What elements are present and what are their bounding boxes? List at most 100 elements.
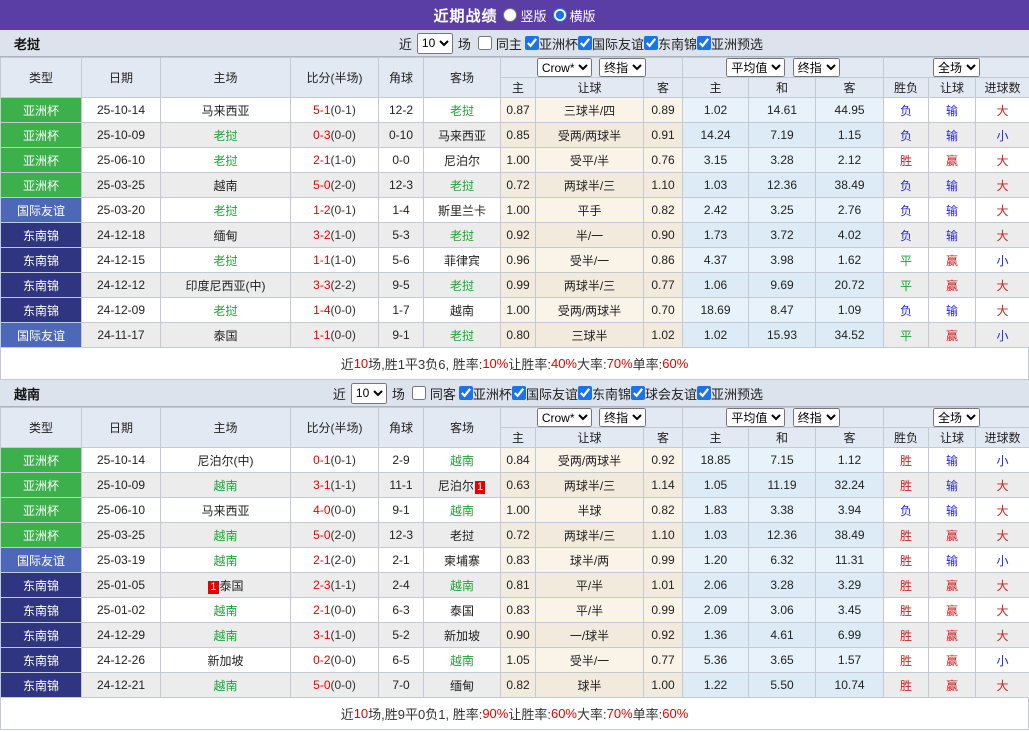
corner-score: 11-1 bbox=[379, 473, 424, 498]
final-odds-select-1[interactable]: 终指 bbox=[599, 58, 646, 77]
recent-count-select[interactable]: 10 bbox=[417, 33, 453, 54]
match-row: 东南锦 24-12-15 老挝 1-1(1-0) 5-6 菲律宾 0.96 受半… bbox=[1, 248, 1029, 273]
team-text: 老挝 bbox=[213, 204, 237, 218]
avg-home-odds: 2.09 bbox=[683, 598, 749, 623]
league-filter[interactable]: 国际友谊 bbox=[578, 34, 644, 53]
competition-type-badge: 亚洲杯 bbox=[1, 98, 82, 123]
away-team: 老挝 bbox=[424, 323, 501, 348]
league-checkbox[interactable] bbox=[578, 386, 592, 400]
final-odds-select-1[interactable]: 终指 bbox=[599, 408, 646, 427]
league-filter[interactable]: 亚洲预选 bbox=[697, 384, 763, 403]
away-team: 老挝 bbox=[424, 523, 501, 548]
bookmaker-group: Crow* 终指 bbox=[501, 408, 683, 428]
result-wdl: 胜 bbox=[884, 673, 929, 698]
fulltime-score: 1-1 bbox=[313, 253, 330, 267]
league-checkbox[interactable] bbox=[644, 36, 658, 50]
league-label: 亚洲杯 bbox=[473, 384, 512, 403]
match-row: 东南锦 24-12-09 老挝 1-4(0-0) 1-7 越南 1.00 受两/… bbox=[1, 298, 1029, 323]
recent-count-select[interactable]: 10 bbox=[351, 383, 387, 404]
competition-type-badge: 东南锦 bbox=[1, 298, 82, 323]
layout-vertical-option[interactable]: 竖版 bbox=[503, 6, 546, 25]
avg-home-odds: 1.03 bbox=[683, 173, 749, 198]
match-row: 亚洲杯 25-06-10 老挝 2-1(1-0) 0-0 尼泊尔 1.00 受平… bbox=[1, 148, 1029, 173]
avg-home-odds: 18.85 bbox=[683, 448, 749, 473]
result-goals: 大 bbox=[976, 148, 1029, 173]
fulltime-score: 0-2 bbox=[313, 653, 330, 667]
result-wdl: 负 bbox=[884, 298, 929, 323]
bookmaker-select[interactable]: Crow* bbox=[537, 58, 592, 77]
league-filter[interactable]: 东南锦 bbox=[578, 384, 631, 403]
match-row: 东南锦 24-12-26 新加坡 0-2(0-0) 6-5 越南 1.05 受半… bbox=[1, 648, 1029, 673]
handicap-line: 两球半/三 bbox=[536, 523, 644, 548]
final-odds-select-2[interactable]: 终指 bbox=[793, 408, 840, 427]
league-checkbox[interactable] bbox=[697, 36, 711, 50]
filter-controls: 近 10 场 同主 亚洲杯国际友谊东南锦亚洲预选 bbox=[399, 33, 763, 54]
league-checkbox[interactable] bbox=[459, 386, 473, 400]
home-odds: 1.00 bbox=[501, 498, 536, 523]
away-odds: 0.70 bbox=[644, 298, 683, 323]
away-odds: 1.10 bbox=[644, 523, 683, 548]
score-cell: 0-3(0-0) bbox=[291, 123, 379, 148]
league-checkbox[interactable] bbox=[631, 386, 645, 400]
match-row: 东南锦 25-01-02 越南 2-1(0-0) 6-3 泰国 0.83 平/半… bbox=[1, 598, 1029, 623]
team-text: 越南 bbox=[213, 179, 237, 193]
competition-type-badge: 东南锦 bbox=[1, 248, 82, 273]
final-odds-select-2[interactable]: 终指 bbox=[793, 58, 840, 77]
home-team: 新加坡 bbox=[161, 648, 291, 673]
sub-goals-result: 进球数 bbox=[976, 428, 1029, 448]
handicap-line: 两球半/三 bbox=[536, 473, 644, 498]
same-ground-checkbox[interactable] bbox=[478, 36, 492, 50]
league-filter[interactable]: 亚洲杯 bbox=[525, 34, 578, 53]
sub-handicap: 让球 bbox=[536, 428, 644, 448]
league-checkbox[interactable] bbox=[697, 386, 711, 400]
fulltime-select[interactable]: 全场 bbox=[933, 408, 980, 427]
handicap-line: 平/半 bbox=[536, 598, 644, 623]
competition-type-badge: 亚洲杯 bbox=[1, 523, 82, 548]
result-goals: 大 bbox=[976, 498, 1029, 523]
handicap-line: 半/一 bbox=[536, 223, 644, 248]
halftime-score: (2-0) bbox=[331, 553, 356, 567]
result-handicap: 赢 bbox=[929, 273, 976, 298]
handicap-line: 三球半 bbox=[536, 323, 644, 348]
average-group: 平均值 终指 bbox=[683, 58, 884, 78]
league-checkbox[interactable] bbox=[578, 36, 592, 50]
near-label: 近 bbox=[399, 34, 412, 53]
score-cell: 1-2(0-1) bbox=[291, 198, 379, 223]
home-team: 越南 bbox=[161, 623, 291, 648]
fulltime-select[interactable]: 全场 bbox=[933, 58, 980, 77]
league-filters: 亚洲杯国际友谊东南锦亚洲预选 bbox=[525, 34, 763, 53]
layout-horizontal-option[interactable]: 横版 bbox=[553, 6, 596, 25]
league-filter[interactable]: 球会友谊 bbox=[631, 384, 697, 403]
same-ground-checkbox[interactable] bbox=[412, 386, 426, 400]
league-checkbox[interactable] bbox=[512, 386, 526, 400]
away-odds: 1.14 bbox=[644, 473, 683, 498]
league-filter[interactable]: 东南锦 bbox=[644, 34, 697, 53]
team-text: 老挝 bbox=[213, 154, 237, 168]
league-checkbox[interactable] bbox=[525, 36, 539, 50]
horizontal-radio[interactable] bbox=[553, 8, 567, 22]
league-filter[interactable]: 亚洲杯 bbox=[459, 384, 512, 403]
handicap-line: 球半 bbox=[536, 673, 644, 698]
away-team: 尼泊尔1 bbox=[424, 473, 501, 498]
sub-handicap-result: 让球 bbox=[929, 78, 976, 98]
result-goals: 小 bbox=[976, 323, 1029, 348]
league-filter[interactable]: 国际友谊 bbox=[512, 384, 578, 403]
result-handicap: 输 bbox=[929, 98, 976, 123]
away-odds: 0.77 bbox=[644, 273, 683, 298]
average-select[interactable]: 平均值 bbox=[726, 408, 785, 427]
home-odds: 0.82 bbox=[501, 673, 536, 698]
corner-score: 9-1 bbox=[379, 323, 424, 348]
avg-draw-odds: 11.19 bbox=[749, 473, 816, 498]
average-select[interactable]: 平均值 bbox=[726, 58, 785, 77]
result-handicap: 赢 bbox=[929, 673, 976, 698]
summary-segment: 10 bbox=[354, 706, 368, 721]
horizontal-radio-label: 横版 bbox=[570, 6, 596, 25]
score-cell: 1-4(0-0) bbox=[291, 298, 379, 323]
match-rows: 亚洲杯 25-10-14 马来西亚 5-1(0-1) 12-2 老挝 0.87 … bbox=[1, 98, 1029, 348]
league-filter[interactable]: 亚洲预选 bbox=[697, 34, 763, 53]
summary-segment: 大率: bbox=[577, 354, 607, 373]
vertical-radio[interactable] bbox=[503, 8, 517, 22]
handicap-line: 球半/两 bbox=[536, 548, 644, 573]
competition-type-badge: 东南锦 bbox=[1, 223, 82, 248]
bookmaker-select[interactable]: Crow* bbox=[537, 408, 592, 427]
